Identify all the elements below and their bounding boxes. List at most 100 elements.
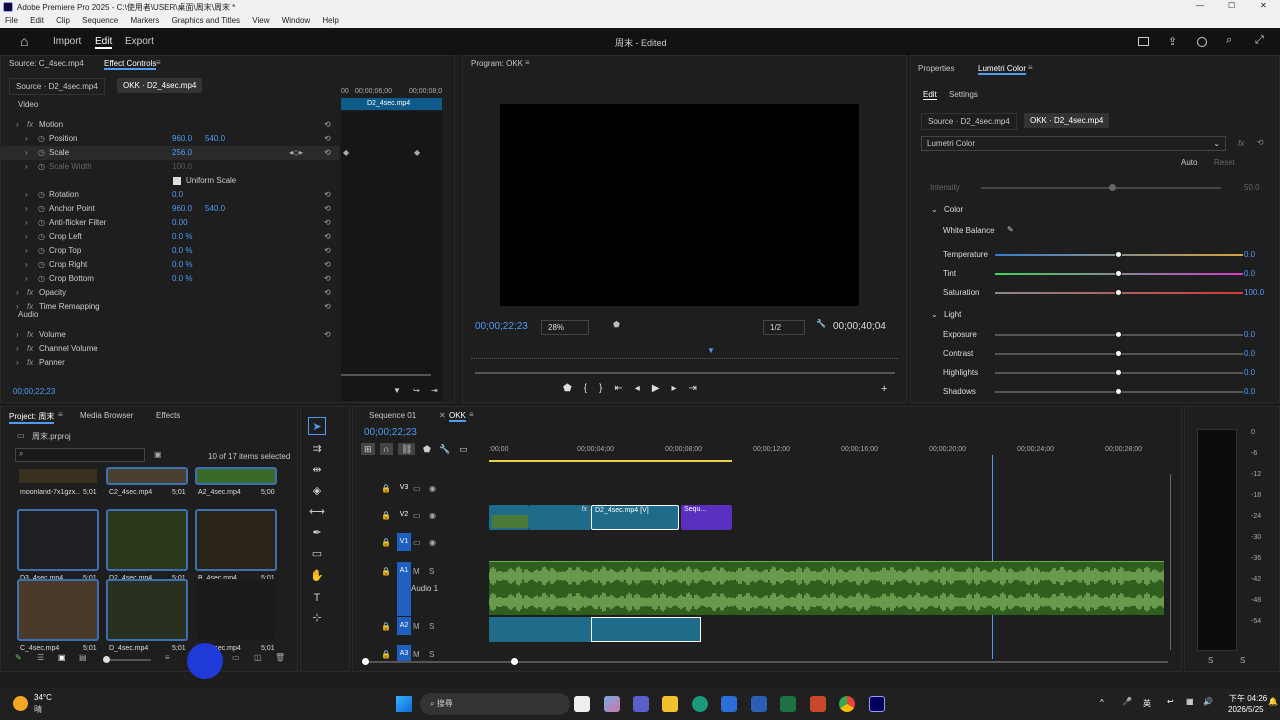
toggle-output-icon[interactable]: ▭ bbox=[413, 511, 421, 520]
reset-parameter-icon[interactable]: ⟲ bbox=[324, 244, 331, 258]
workspaces-icon[interactable] bbox=[1138, 37, 1149, 46]
panel-menu-icon[interactable]: ≡ bbox=[525, 58, 530, 67]
effect-value-1[interactable]: 0.0 % bbox=[172, 244, 192, 258]
mute-button[interactable]: M bbox=[413, 622, 420, 631]
eyedropper-icon[interactable]: ✎ bbox=[1007, 225, 1014, 234]
jump-icon[interactable]: ⇥ bbox=[431, 386, 438, 395]
ime-indicator[interactable]: 英 bbox=[1143, 698, 1151, 709]
playhead-icon[interactable]: ▼ bbox=[707, 346, 715, 355]
thumbnail-size-slider[interactable] bbox=[103, 656, 151, 663]
weather-icon[interactable] bbox=[13, 696, 28, 711]
reset-parameter-icon[interactable]: ⟲ bbox=[324, 118, 331, 132]
menu-graphics[interactable]: Graphics and Titles bbox=[172, 16, 240, 25]
add-marker-icon[interactable]: ⬟ bbox=[563, 383, 584, 394]
mute-button[interactable]: M bbox=[413, 567, 420, 576]
lumetri-slider[interactable] bbox=[995, 251, 1243, 258]
reset-parameter-icon[interactable]: ⟲ bbox=[324, 188, 331, 202]
slip-tool-icon[interactable]: ⟷ bbox=[308, 503, 326, 521]
reset-parameter-icon[interactable]: ⟲ bbox=[324, 258, 331, 272]
file-explorer-icon[interactable] bbox=[662, 696, 678, 712]
reset-icon[interactable]: ⟲ bbox=[1257, 138, 1264, 147]
menu-view[interactable]: View bbox=[252, 16, 269, 25]
share-icon[interactable]: ⇪ bbox=[1168, 35, 1177, 48]
new-folder-icon[interactable]: ▭ bbox=[232, 653, 240, 662]
tab-import[interactable]: Import bbox=[53, 36, 81, 47]
track-target-toggle[interactable]: A1 bbox=[397, 562, 411, 616]
tray-chevron-icon[interactable]: ^ bbox=[1100, 698, 1104, 707]
panel-menu-icon[interactable]: ≡ bbox=[1028, 63, 1033, 72]
tab-effects[interactable]: Effects bbox=[156, 411, 180, 420]
track-target-toggle[interactable]: V1 bbox=[397, 533, 411, 551]
panel-menu-icon[interactable]: ≡ bbox=[156, 58, 161, 67]
track-target-toggle[interactable]: V3 bbox=[397, 479, 411, 497]
subtab-edit[interactable]: Edit bbox=[923, 90, 937, 100]
expand-chevron-icon[interactable]: › bbox=[16, 286, 19, 300]
lock-icon[interactable]: 🔒 bbox=[381, 650, 391, 659]
task-view-icon[interactable] bbox=[574, 696, 590, 712]
reset-parameter-icon[interactable]: ⟲ bbox=[324, 272, 331, 286]
effect-value-1[interactable]: 960.0 bbox=[172, 202, 192, 216]
add-button-icon[interactable]: + bbox=[881, 383, 887, 395]
snap-icon[interactable]: ∩ bbox=[380, 443, 393, 455]
play-icon[interactable]: ▶ bbox=[652, 383, 672, 394]
fx-icon[interactable]: fx bbox=[1238, 139, 1244, 148]
expand-chevron-icon[interactable]: › bbox=[25, 188, 28, 202]
expand-chevron-icon[interactable]: › bbox=[25, 202, 28, 216]
search-icon[interactable]: ⌕ bbox=[1226, 34, 1232, 47]
start-icon[interactable] bbox=[396, 696, 412, 712]
stopwatch-icon[interactable]: ◷ bbox=[38, 272, 45, 286]
effect-zoom-scroll[interactable] bbox=[341, 374, 431, 376]
track-select-tool-icon[interactable]: ⇉ bbox=[308, 440, 326, 458]
effect-value-2[interactable]: 540.0 bbox=[205, 202, 225, 216]
menu-help[interactable]: Help bbox=[322, 16, 338, 25]
lock-icon[interactable]: 🔒 bbox=[381, 511, 391, 520]
audio-clip-a2-a[interactable] bbox=[489, 617, 591, 642]
microphone-icon[interactable]: 🎤 bbox=[1122, 697, 1132, 706]
chrome-icon[interactable] bbox=[839, 696, 855, 712]
eye-icon[interactable]: ◉ bbox=[429, 484, 436, 493]
stopwatch-icon[interactable]: ◷ bbox=[38, 216, 45, 230]
project-item-thumbnail[interactable] bbox=[195, 509, 277, 571]
stopwatch-icon[interactable]: ◷ bbox=[38, 202, 45, 216]
slider-knob[interactable] bbox=[1115, 331, 1122, 338]
tab-media-browser[interactable]: Media Browser bbox=[80, 411, 133, 420]
filter-icon[interactable]: ▼ bbox=[393, 386, 401, 395]
project-item-thumbnail[interactable] bbox=[195, 579, 277, 641]
lumetri-row-value[interactable]: 0.0 bbox=[1244, 250, 1255, 259]
keyframe-nav-icon[interactable]: ◂◇▸ bbox=[289, 146, 303, 160]
menu-file[interactable]: File bbox=[5, 16, 18, 25]
project-item-thumbnail[interactable] bbox=[106, 579, 188, 641]
teams-icon[interactable] bbox=[633, 696, 649, 712]
stopwatch-icon[interactable]: ◷ bbox=[38, 188, 45, 202]
project-search-input[interactable]: ⌕ bbox=[15, 448, 145, 462]
menu-clip[interactable]: Clip bbox=[56, 16, 70, 25]
keyframe-icon[interactable]: ◆ bbox=[343, 146, 349, 160]
weather-temp[interactable]: 34°C bbox=[34, 693, 52, 702]
nest-icon[interactable]: ⊞ bbox=[361, 443, 375, 455]
tab-effect-controls[interactable]: Effect Controls bbox=[104, 59, 157, 70]
reset-parameter-icon[interactable]: ⟲ bbox=[324, 286, 331, 300]
expand-chevron-icon[interactable]: › bbox=[25, 272, 28, 286]
reset-parameter-icon[interactable]: ⟲ bbox=[324, 202, 331, 216]
lumetri-clip-source[interactable]: Source · D2_4sec.mp4 bbox=[921, 113, 1017, 130]
lock-icon[interactable]: 🔒 bbox=[381, 567, 391, 576]
lumetri-row-value[interactable]: 0.0 bbox=[1244, 330, 1255, 339]
settings-wrench-icon[interactable]: 🔧 bbox=[439, 444, 450, 454]
step-forward-icon[interactable]: ▸ bbox=[672, 383, 689, 394]
work-area-bar[interactable] bbox=[489, 460, 732, 462]
resolution-select[interactable]: 1/2 bbox=[763, 320, 805, 335]
powerpoint-icon[interactable] bbox=[810, 696, 826, 712]
close-tab-icon[interactable]: ✕ bbox=[439, 411, 446, 420]
type-tool-icon[interactable]: T bbox=[308, 589, 326, 607]
lumetri-slider[interactable] bbox=[995, 331, 1243, 338]
clip-v2-b[interactable]: fx bbox=[529, 505, 591, 530]
expand-chevron-icon[interactable]: › bbox=[25, 244, 28, 258]
go-to-in-icon[interactable]: ⇤ bbox=[614, 383, 634, 394]
toggle-output-icon[interactable]: ▭ bbox=[413, 538, 421, 547]
expand-chevron-icon[interactable]: › bbox=[25, 146, 28, 160]
notification-icon[interactable]: 🔔 bbox=[1268, 697, 1278, 706]
effect-value-1[interactable]: 256.0 bbox=[172, 146, 192, 160]
hand-tool-icon[interactable]: ✋ bbox=[308, 567, 326, 585]
lumetri-preset-dropdown[interactable]: Lumetri Color ⌄ bbox=[921, 136, 1226, 151]
home-icon[interactable]: ⌂ bbox=[20, 33, 28, 49]
